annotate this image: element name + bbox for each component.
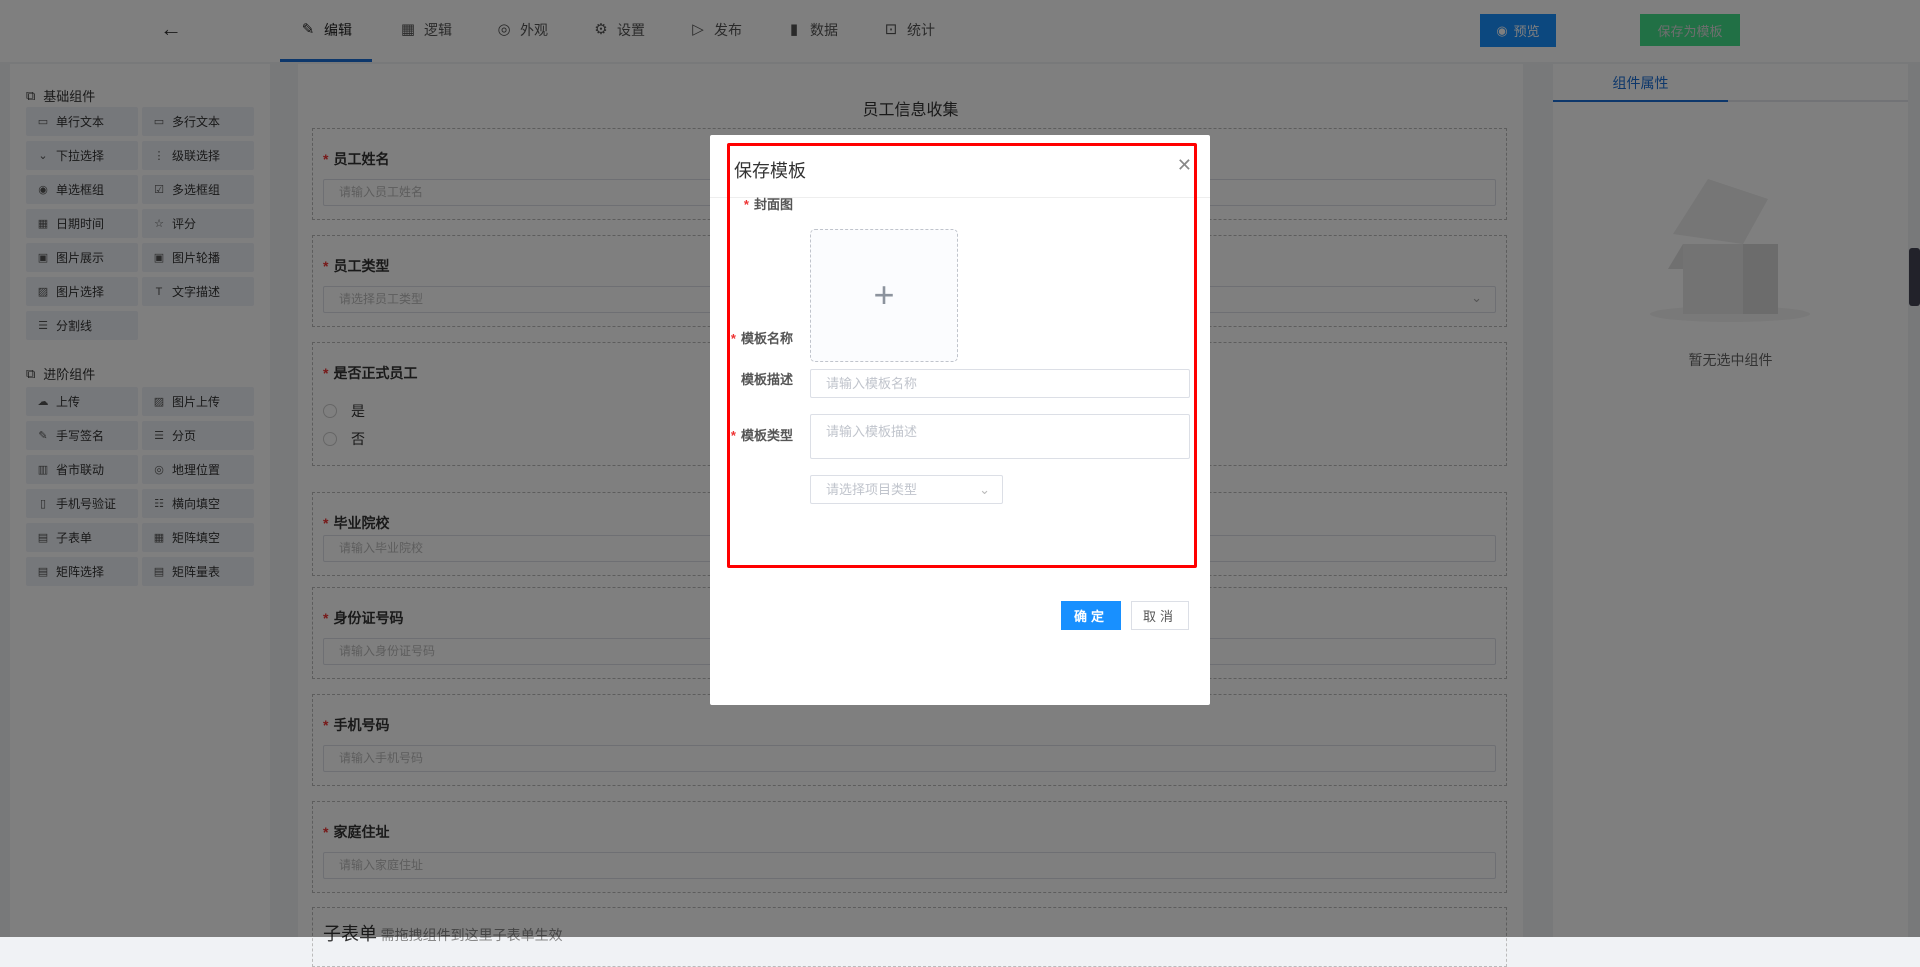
save-template-dialog: 保存模板 ✕ *封面图 + *模板名称 请输入模板名称 模板描述 请输入模板描述… [710,135,1210,705]
template-desc-textarea[interactable]: 请输入模板描述 [810,414,1190,459]
cover-upload[interactable]: + [810,229,958,362]
plus-icon: + [873,274,894,315]
confirm-button[interactable]: 确定 [1061,601,1121,630]
template-type-select[interactable]: 请选择项目类型⌄ [810,475,1003,504]
template-name-input[interactable]: 请输入模板名称 [810,369,1190,398]
cancel-button[interactable]: 取消 [1131,601,1189,630]
type-label: *模板类型 [713,425,793,444]
desc-label: 模板描述 [713,369,793,388]
cover-label: *封面图 [713,194,793,213]
highlight-box [727,143,1197,568]
name-label: *模板名称 [713,328,793,347]
chevron-down-icon: ⌄ [979,476,990,503]
